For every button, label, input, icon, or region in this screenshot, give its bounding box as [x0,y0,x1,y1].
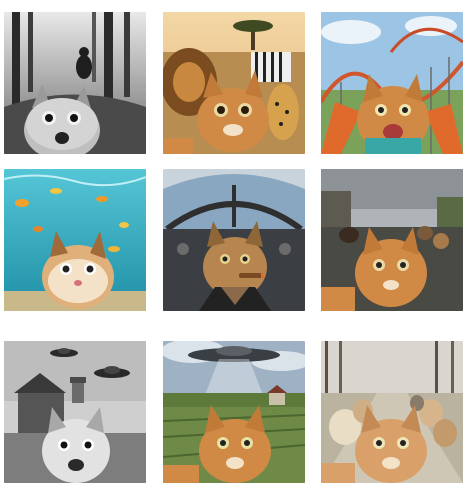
bigfoot-forest-image [4,12,146,154]
cigar [239,273,263,278]
farmhouse-ufos-image [4,341,146,483]
image-grid [0,0,466,497]
bigfoot-figure [76,55,92,79]
tile-underwater [4,169,146,311]
cat-pack-road-image [321,341,463,483]
dog [339,227,359,243]
ufo-farmland-image [163,341,305,483]
tile-farmhouse-ufos [4,341,146,483]
tile-ufo-farmland [163,341,305,483]
building [321,191,351,227]
tile-savanna [163,12,305,154]
tile-rollercoaster [321,12,463,154]
tile-cockpit [163,169,305,311]
cockpit-image [163,169,305,311]
tile-bigfoot-forest [4,12,146,154]
fish [15,199,29,207]
savanna-image [163,12,305,154]
tile-cat-pack-road [321,341,463,483]
cheetah-figure [267,84,299,140]
rollercoaster-image [321,12,463,154]
tile-running-dogs [321,169,463,311]
underwater-image [4,169,146,311]
running-dogs-image [321,169,463,311]
